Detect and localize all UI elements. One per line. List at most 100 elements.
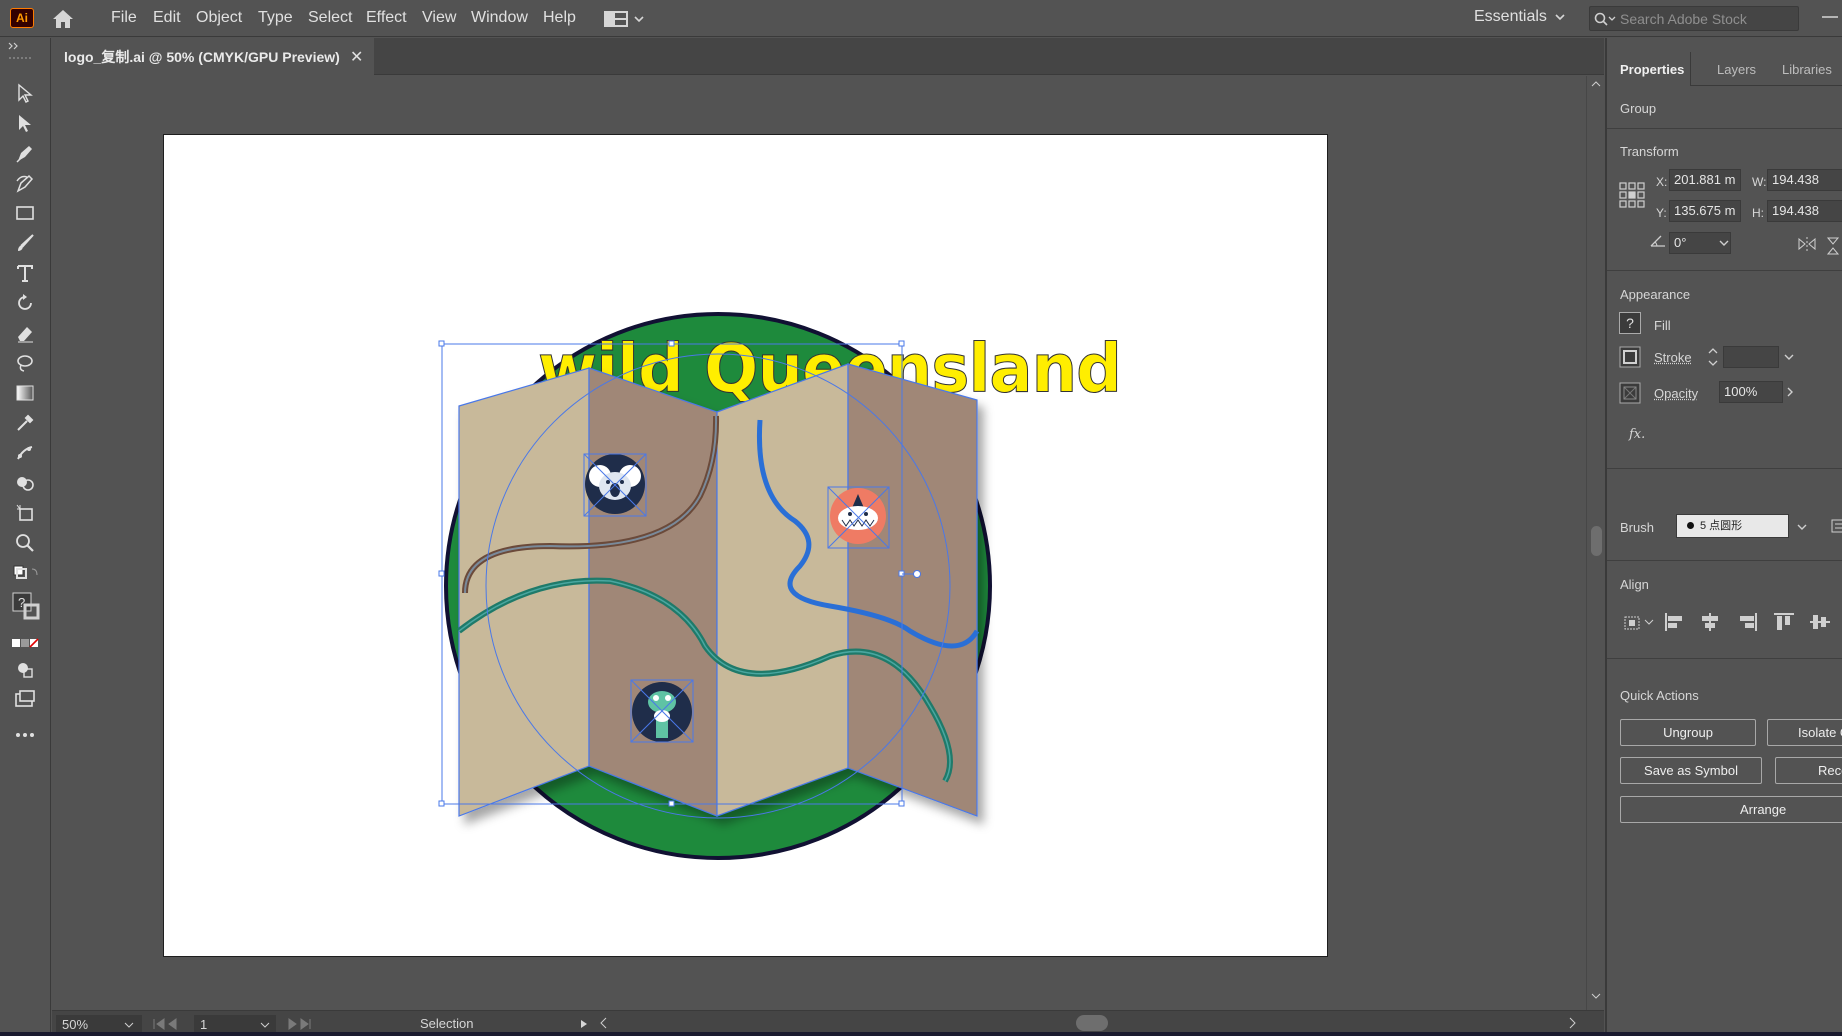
collapse-toolbar-icon[interactable] bbox=[8, 42, 22, 50]
align-left-icon[interactable] bbox=[1663, 612, 1685, 632]
align-top-icon[interactable] bbox=[1773, 612, 1795, 632]
vertical-scroll-thumb[interactable] bbox=[1591, 526, 1602, 556]
rotate-handle[interactable] bbox=[913, 570, 921, 578]
taskbar-strip bbox=[0, 1032, 1842, 1036]
workspace-switcher[interactable]: Essentials bbox=[1474, 8, 1565, 26]
swap-fill-stroke-icon[interactable] bbox=[10, 560, 40, 586]
map-panel-3[interactable] bbox=[716, 363, 849, 817]
shape-builder-tool-icon[interactable] bbox=[10, 470, 40, 496]
search-input[interactable] bbox=[1620, 10, 1790, 27]
menu-edit[interactable]: Edit bbox=[153, 9, 181, 27]
close-icon[interactable]: ✕ bbox=[350, 47, 363, 67]
koala-icon[interactable] bbox=[583, 453, 647, 517]
scroll-down-icon[interactable] bbox=[1591, 992, 1601, 1000]
eyedropper-tool-icon[interactable] bbox=[10, 410, 40, 436]
stroke-label[interactable]: Stroke bbox=[1654, 350, 1692, 365]
divider bbox=[1607, 560, 1842, 561]
puppet-warp-tool-icon[interactable] bbox=[10, 440, 40, 466]
chevron-right-icon[interactable] bbox=[1786, 387, 1794, 397]
minimize-icon[interactable] bbox=[1818, 4, 1842, 30]
shark-icon[interactable] bbox=[827, 486, 890, 549]
menu-type[interactable]: Type bbox=[258, 9, 293, 27]
type-tool-icon[interactable] bbox=[10, 260, 40, 286]
height-field[interactable]: 194.438 bbox=[1767, 200, 1842, 222]
chevron-down-icon[interactable] bbox=[124, 1021, 134, 1029]
reference-point-icon[interactable] bbox=[1619, 182, 1645, 208]
paintbrush-tool-icon[interactable] bbox=[10, 230, 40, 256]
canvas-area[interactable]: wild Queensland bbox=[52, 76, 1586, 1010]
current-tool-status[interactable]: Selection bbox=[420, 1016, 473, 1031]
zoom-tool-icon[interactable] bbox=[10, 530, 40, 556]
menu-object[interactable]: Object bbox=[196, 9, 242, 27]
logo-artwork[interactable]: wild Queensland bbox=[438, 276, 1122, 876]
brush-library-icon[interactable] bbox=[1831, 519, 1842, 533]
snake-icon[interactable] bbox=[630, 679, 694, 743]
fill-stroke-swatch-icon[interactable]: ? bbox=[10, 590, 40, 626]
curvature-tool-icon[interactable] bbox=[10, 170, 40, 196]
status-menu-arrow-icon[interactable] bbox=[579, 1019, 589, 1029]
rotate-tool-icon[interactable] bbox=[10, 290, 40, 316]
home-icon[interactable] bbox=[50, 7, 76, 31]
isolate-group-button[interactable]: Isolate G bbox=[1767, 719, 1842, 746]
tab-libraries[interactable]: Libraries bbox=[1762, 62, 1832, 77]
scroll-right-icon[interactable] bbox=[1568, 1017, 1578, 1029]
screen-mode-icon[interactable] bbox=[10, 686, 40, 712]
menu-help[interactable]: Help bbox=[543, 9, 576, 27]
fx-icon[interactable]: fx. bbox=[1629, 427, 1645, 442]
selection-tool-icon[interactable] bbox=[10, 80, 40, 106]
x-position-field[interactable]: 201.881 m bbox=[1669, 169, 1741, 191]
rectangle-tool-icon[interactable] bbox=[10, 200, 40, 226]
pen-tool-icon[interactable] bbox=[10, 140, 40, 166]
menu-view[interactable]: View bbox=[422, 9, 456, 27]
stroke-stepper-icon[interactable] bbox=[1707, 346, 1719, 368]
flip-vertical-icon[interactable] bbox=[1825, 236, 1841, 256]
arrange-documents-button[interactable] bbox=[604, 8, 654, 30]
chevron-down-icon[interactable] bbox=[1784, 353, 1794, 361]
fill-swatch-icon[interactable]: ? bbox=[1619, 312, 1641, 334]
menu-window[interactable]: Window bbox=[471, 9, 528, 27]
draw-mode-icon[interactable] bbox=[10, 656, 40, 682]
flip-horizontal-icon[interactable] bbox=[1797, 236, 1817, 252]
menu-effect[interactable]: Effect bbox=[366, 9, 407, 27]
brush-definition-field[interactable]: 5 点圆形 bbox=[1676, 514, 1789, 538]
chevron-down-icon[interactable] bbox=[1719, 239, 1729, 247]
ungroup-button[interactable]: Ungroup bbox=[1620, 719, 1756, 746]
align-right-icon[interactable] bbox=[1737, 612, 1759, 632]
opacity-label[interactable]: Opacity bbox=[1654, 386, 1698, 401]
menu-file[interactable]: File bbox=[111, 9, 137, 27]
menu-select[interactable]: Select bbox=[308, 9, 352, 27]
more-tools-icon[interactable] bbox=[10, 722, 40, 748]
tab-properties[interactable]: Properties bbox=[1620, 62, 1684, 77]
recolor-button[interactable]: Reco bbox=[1775, 757, 1842, 784]
eraser-tool-icon[interactable] bbox=[10, 320, 40, 346]
color-mode-icon[interactable] bbox=[10, 630, 40, 656]
opacity-icon[interactable] bbox=[1619, 382, 1641, 404]
gradient-tool-icon[interactable] bbox=[10, 380, 40, 406]
next-last-artboard-icon[interactable] bbox=[284, 1018, 322, 1030]
chevron-down-icon[interactable] bbox=[1797, 523, 1807, 531]
stock-search-box[interactable] bbox=[1589, 6, 1799, 31]
opacity-field[interactable]: 100% bbox=[1719, 381, 1783, 403]
arrange-button[interactable]: Arrange bbox=[1620, 796, 1842, 823]
y-position-field[interactable]: 135.675 m bbox=[1669, 200, 1741, 222]
stroke-weight-field[interactable] bbox=[1723, 346, 1779, 368]
document-tab[interactable]: logo_复制.ai @ 50% (CMYK/GPU Preview) ✕ bbox=[52, 38, 374, 75]
width-field[interactable]: 194.438 bbox=[1767, 169, 1842, 191]
scroll-left-icon[interactable] bbox=[599, 1017, 609, 1029]
save-as-symbol-button[interactable]: Save as Symbol bbox=[1620, 757, 1762, 784]
vertical-scrollbar[interactable] bbox=[1586, 76, 1604, 1010]
align-to-selection-icon[interactable] bbox=[1621, 612, 1655, 632]
map-panel-4[interactable] bbox=[847, 363, 978, 817]
artboard-tool-icon[interactable] bbox=[10, 500, 40, 526]
stroke-swatch-icon[interactable] bbox=[1619, 346, 1641, 368]
first-prev-artboard-icon[interactable] bbox=[152, 1018, 190, 1030]
horizontal-scroll-thumb[interactable] bbox=[1076, 1015, 1108, 1031]
direct-selection-tool-icon[interactable] bbox=[10, 110, 40, 136]
tab-layers[interactable]: Layers bbox=[1717, 62, 1756, 77]
lasso-tool-icon[interactable] bbox=[10, 350, 40, 376]
align-vertical-center-icon[interactable] bbox=[1809, 612, 1831, 632]
align-horizontal-center-icon[interactable] bbox=[1699, 612, 1721, 632]
map-panel-2[interactable] bbox=[588, 367, 718, 817]
chevron-down-icon[interactable] bbox=[260, 1021, 270, 1029]
scroll-up-icon[interactable] bbox=[1591, 80, 1601, 88]
